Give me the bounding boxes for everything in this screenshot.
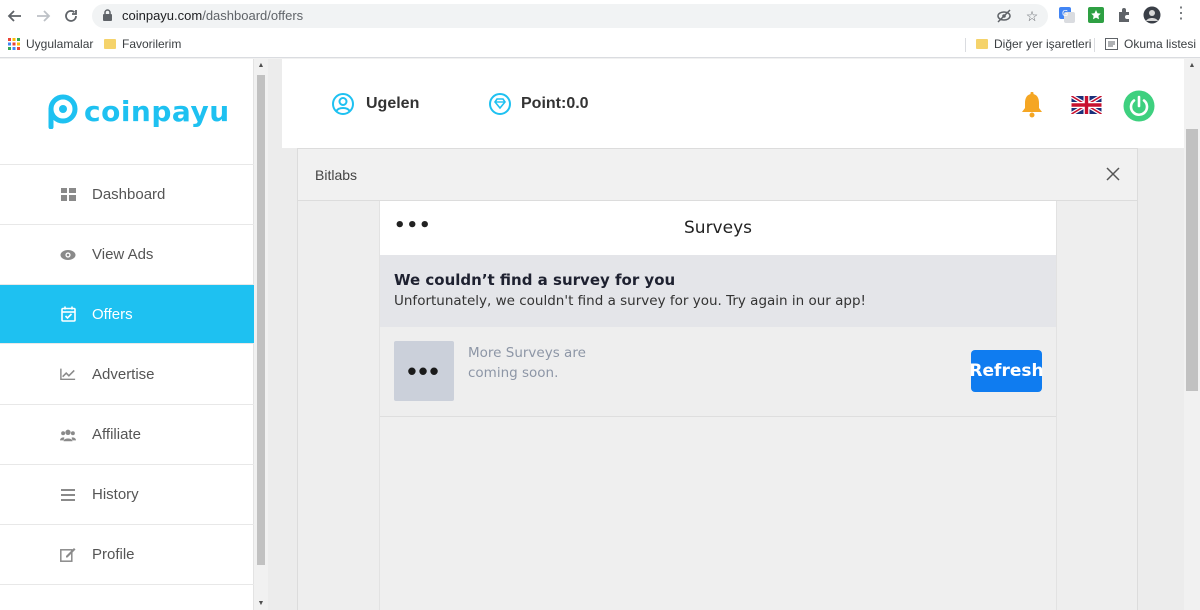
sidebar-item-dashboard[interactable]: Dashboard xyxy=(0,164,254,224)
scroll-up-icon[interactable]: ▲ xyxy=(257,62,265,69)
close-icon[interactable] xyxy=(1104,165,1122,183)
forward-icon[interactable] xyxy=(32,5,54,27)
lock-icon[interactable] xyxy=(102,9,113,27)
surveys-header: ••• Surveys xyxy=(380,201,1056,255)
bookmark-reading-list[interactable]: Okuma listesi xyxy=(1105,37,1196,51)
bookmark-reading-list-label: Okuma listesi xyxy=(1124,37,1197,51)
star-icon[interactable]: ☆ xyxy=(1024,8,1040,24)
sidebar-scrollbar-thumb[interactable] xyxy=(257,75,265,565)
extension-star-icon[interactable] xyxy=(1087,6,1105,24)
surveys-title: Surveys xyxy=(684,218,752,238)
page-scrollbar[interactable]: ▲ xyxy=(1184,59,1200,610)
uk-flag-icon[interactable] xyxy=(1070,94,1103,119)
back-icon[interactable] xyxy=(4,5,26,27)
bitlabs-modal: Bitlabs ••• Surveys We couldn’t find a s… xyxy=(297,148,1138,610)
apps-grid-icon xyxy=(8,38,20,50)
page-content: coinpayu Dashboard View Ads Offers Adver… xyxy=(0,59,1200,610)
puzzle-icon[interactable] xyxy=(1115,6,1133,24)
placeholder-thumb: ••• xyxy=(394,341,454,401)
users-icon xyxy=(60,427,76,443)
top-header: Ugelen Point:0.0 xyxy=(282,59,1184,148)
sidebar-item-affiliate[interactable]: Affiliate xyxy=(0,404,254,464)
notice-text: Unfortunately, we couldn't find a survey… xyxy=(394,293,866,309)
logo-text: coinpayu xyxy=(84,94,230,128)
svg-text:G: G xyxy=(1062,9,1068,18)
bookmark-apps[interactable]: Uygulamalar xyxy=(8,37,93,51)
browser-toolbar: coinpayu.com/dashboard/offers ☆ G ⋮ xyxy=(0,0,1200,32)
sidebar-item-label: Offers xyxy=(92,305,133,323)
kebab-menu-icon[interactable]: ⋮ xyxy=(1172,6,1190,24)
username: Ugelen xyxy=(366,95,420,112)
sidebar-item-label: Affiliate xyxy=(92,426,141,443)
user-icon xyxy=(332,93,354,115)
bookmark-other-label: Diğer yer işaretleri xyxy=(994,37,1092,51)
modal-header: Bitlabs xyxy=(298,149,1137,201)
bookmark-other[interactable]: Diğer yer işaretleri xyxy=(976,37,1091,51)
refresh-button[interactable]: Refresh xyxy=(969,350,1044,392)
edit-icon xyxy=(60,547,76,563)
sidebar-item-label: Advertise xyxy=(92,365,155,383)
sidebar-item-partial xyxy=(0,584,254,610)
surveys-frame: ••• Surveys We couldn’t find a survey fo… xyxy=(379,201,1057,610)
bookmark-divider xyxy=(1094,38,1095,52)
url-text: coinpayu.com/dashboard/offers xyxy=(122,8,304,23)
sidebar-item-view-ads[interactable]: View Ads xyxy=(0,224,254,284)
scroll-up-icon[interactable]: ▲ xyxy=(1188,62,1196,69)
more-menu-icon[interactable]: ••• xyxy=(394,215,432,236)
bell-icon[interactable] xyxy=(1018,91,1046,124)
grid-icon xyxy=(60,187,76,203)
points-info[interactable]: Point:0.0 xyxy=(489,93,589,115)
modal-title: Bitlabs xyxy=(315,166,358,183)
list-icon xyxy=(60,487,76,503)
user-info[interactable]: Ugelen xyxy=(332,93,419,115)
sidebar-item-advertise[interactable]: Advertise xyxy=(0,343,254,404)
coinpayu-logo[interactable]: coinpayu xyxy=(44,93,230,129)
address-bar[interactable]: coinpayu.com/dashboard/offers ☆ xyxy=(92,4,1048,28)
sidebar-item-label: Profile xyxy=(92,546,135,563)
sidebar-item-label: History xyxy=(92,486,139,503)
translate-icon[interactable]: G xyxy=(1058,6,1076,24)
notice-title: We couldn’t find a survey for you xyxy=(394,271,676,289)
reload-icon[interactable] xyxy=(60,5,82,27)
bookmark-favorites[interactable]: Favorilerim xyxy=(104,37,181,51)
coming-soon-row: ••• More Surveys are coming soon. Refres… xyxy=(380,327,1056,417)
page-scrollbar-thumb[interactable] xyxy=(1186,129,1198,391)
sidebar-item-label: View Ads xyxy=(92,246,154,263)
points-value: Point:0.0 xyxy=(521,95,589,112)
eye-slash-icon[interactable] xyxy=(996,8,1012,24)
chart-line-icon xyxy=(60,366,76,382)
coming-soon-text: More Surveys are coming soon. xyxy=(468,343,628,383)
eye-icon xyxy=(60,247,76,263)
sidebar-item-history[interactable]: History xyxy=(0,464,254,524)
power-icon[interactable] xyxy=(1123,90,1155,127)
bookmark-divider xyxy=(965,38,966,52)
bookmarks-bar: Uygulamalar Favorilerim Diğer yer işaret… xyxy=(0,32,1200,58)
sidebar-item-profile[interactable]: Profile xyxy=(0,524,254,584)
diamond-icon xyxy=(489,93,511,115)
sidebar-menu: Dashboard View Ads Offers Advertise Affi… xyxy=(0,164,254,610)
sidebar-item-offers[interactable]: Offers xyxy=(0,284,254,343)
coming-soon-line1: More Surveys are xyxy=(468,345,586,361)
sidebar-item-label: Dashboard xyxy=(92,186,166,203)
reading-list-icon xyxy=(1105,38,1118,50)
sidebar: coinpayu Dashboard View Ads Offers Adver… xyxy=(0,59,254,610)
bookmark-favorites-label: Favorilerim xyxy=(122,37,182,51)
calendar-check-icon xyxy=(60,306,76,322)
scroll-down-icon[interactable]: ▼ xyxy=(257,600,265,607)
folder-icon xyxy=(976,39,988,49)
bookmark-apps-label: Uygulamalar xyxy=(26,37,94,51)
no-survey-notice: We couldn’t find a survey for you Unfort… xyxy=(380,255,1056,327)
coinpayu-logo-icon xyxy=(48,94,78,129)
profile-avatar-icon[interactable] xyxy=(1143,6,1161,24)
coming-soon-line2: coming soon. xyxy=(468,365,559,381)
sidebar-scrollbar[interactable]: ▲ ▼ xyxy=(254,59,268,610)
folder-icon xyxy=(104,39,116,49)
